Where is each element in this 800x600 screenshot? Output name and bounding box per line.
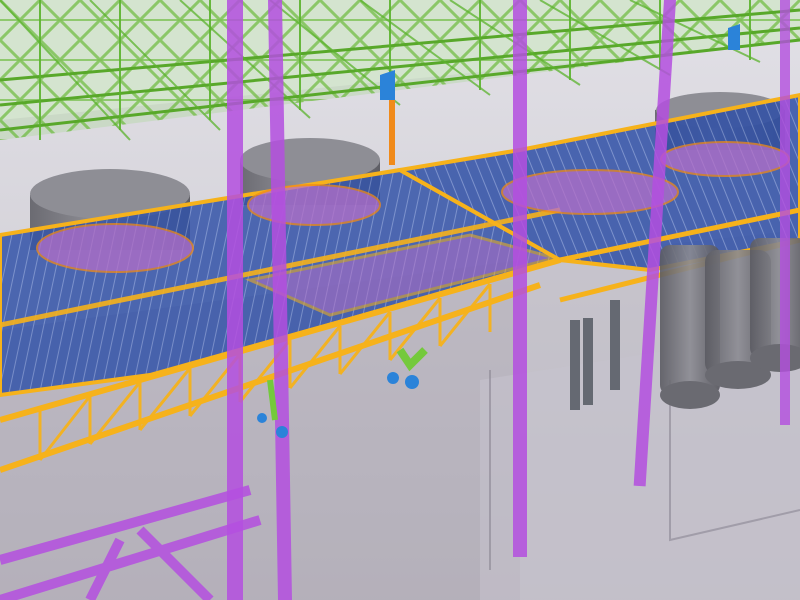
model-viewport[interactable]	[0, 0, 800, 600]
bim-3d-scene[interactable]	[0, 0, 800, 600]
